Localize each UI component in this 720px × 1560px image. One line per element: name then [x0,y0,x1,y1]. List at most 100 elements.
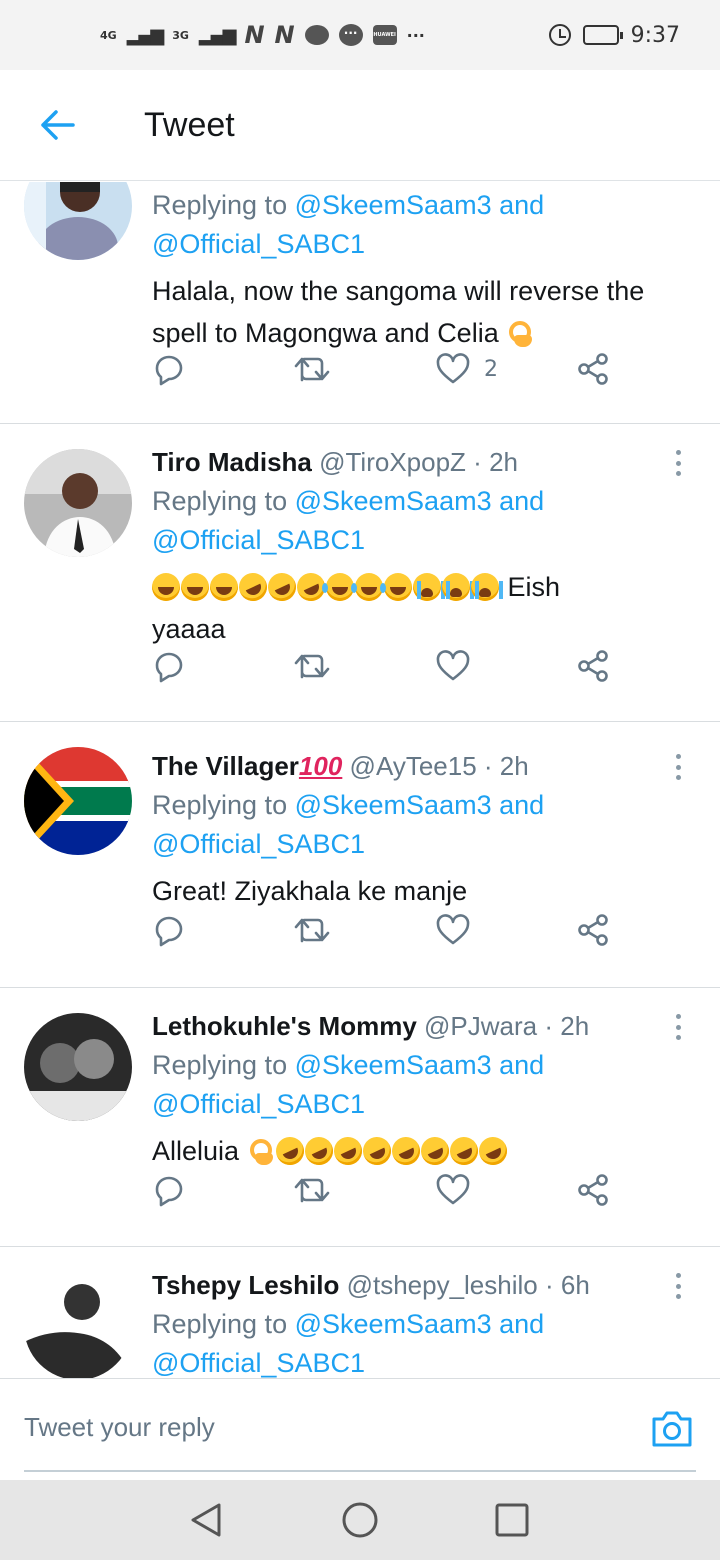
retweet-button[interactable] [294,1175,330,1205]
like-button[interactable]: 2 [436,353,498,385]
avatar-image [24,449,132,557]
and-link[interactable]: and [499,1309,544,1339]
like-count: 2 [484,356,498,382]
avatar[interactable] [24,182,132,260]
replying-to: Replying to @SkeemSaam3 and [152,482,680,521]
share-button[interactable] [576,649,610,683]
retweet-button[interactable] [294,354,330,384]
reply-button[interactable] [152,1173,186,1207]
like-button[interactable] [436,1174,470,1206]
reply-button[interactable] [152,913,186,947]
rofl-icon [473,1132,512,1170]
avatar-image [24,182,132,260]
avatar[interactable] [24,1013,132,1121]
like-button[interactable] [436,914,470,946]
tweet-text-body: Halala, now the sangoma will reverse the… [152,276,645,348]
reply-button[interactable] [152,649,186,683]
display-name[interactable]: Tshepy Leshilo [152,1270,339,1300]
mention-link-2[interactable]: @Official_SABC1 [152,1348,365,1378]
status-bar: 4G ▂▄▆ 3G ▂▄▆ N N ··· HUAWEI ··· 9:37 [0,0,720,70]
and-link[interactable]: and [499,1050,544,1080]
reply-icon [155,916,183,947]
share-icon [578,1174,608,1206]
avatar[interactable] [24,449,132,557]
chat-icon: ··· [338,24,363,46]
and-link[interactable]: and [499,790,544,820]
share-button[interactable] [576,352,610,386]
tweet-header: Tiro Madisha @TiroXpopZ · 2h [152,444,680,482]
and-link[interactable]: and [499,190,544,220]
mention-link-2[interactable]: @Official_SABC1 [152,1089,365,1119]
tweet-header: Tshepy Leshilo @tshepy_leshilo · 6h [152,1267,680,1305]
mention-link-2[interactable]: @Official_SABC1 [152,229,365,259]
user-handle[interactable]: @TiroXpopZ [319,447,466,477]
tweet-reply-input[interactable] [24,1403,584,1451]
huawei-icon: HUAWEI [372,25,397,45]
retweet-icon [294,357,330,382]
joy-icon [380,573,412,601]
mention-link-2[interactable]: @Official_SABC1 [152,829,365,859]
share-button[interactable] [576,1173,610,1207]
tweet-actions [152,1170,622,1210]
app-header: Tweet [0,70,720,181]
user-handle[interactable]: @AyTee15 [350,751,477,781]
share-button[interactable] [576,913,610,947]
tweet-text: Halala, now the sangoma will reverse the… [152,270,680,354]
user-handle[interactable]: @PJwara [424,1011,537,1041]
avatar[interactable] [24,747,132,855]
replying-label: Replying to [152,1309,288,1339]
tweet-time: 2h [499,751,529,781]
tweet-feed[interactable]: Replying to @SkeemSaam3 and @Official_SA… [0,182,720,1378]
tweet-item[interactable]: The Villager100 @AyTee15 · 2h Replying t… [0,722,720,988]
tweet-content: Tiro Madisha @TiroXpopZ · 2h Replying to… [152,444,680,650]
mention-link[interactable]: @SkeemSaam3 [295,790,492,820]
and-link[interactable]: and [499,486,544,516]
display-name[interactable]: The Villager [152,751,299,781]
back-triangle-icon [191,1503,221,1537]
retweet-button[interactable] [294,651,330,681]
recents-square-icon [495,1503,529,1537]
display-name[interactable]: Tiro Madisha [152,447,312,477]
nav-recents-button[interactable] [492,1500,532,1540]
separator-dot: · [473,447,482,477]
avatar[interactable] [24,1272,132,1378]
tweet-item[interactable]: Tshepy Leshilo @tshepy_leshilo · 6h Repl… [0,1247,720,1378]
back-button[interactable] [22,90,92,160]
replying-label: Replying to [152,790,288,820]
hundred-points-icon: 100 [298,751,343,781]
mention-link[interactable]: @SkeemSaam3 [295,1050,492,1080]
reply-underline [24,1470,696,1472]
rofl-icon [415,1132,454,1170]
reply-bar [0,1378,720,1479]
nav-home-button[interactable] [340,1500,380,1540]
user-handle[interactable]: @tshepy_leshilo [347,1270,538,1300]
separator-dot: · [544,1270,554,1300]
tweet-header: Lethokuhle's Mommy @PJwara · 2h [152,1008,680,1046]
display-name[interactable]: Lethokuhle's Mommy [152,1011,417,1041]
reply-button[interactable] [152,352,186,386]
tweet-actions: 2 [152,349,622,389]
tweet-item[interactable]: Lethokuhle's Mommy @PJwara · 2h Replying… [0,988,720,1247]
like-button[interactable] [436,650,470,682]
retweet-button[interactable] [294,915,330,945]
nav-back-button[interactable] [186,1500,226,1540]
tweet-text-body: Eish [507,572,561,602]
replying-to-line2: @Official_SABC1 [152,1344,680,1378]
tweet-item[interactable]: Replying to @SkeemSaam3 and @Official_SA… [0,182,720,424]
replying-to: Replying to @SkeemSaam3 and [152,1305,680,1344]
avatar-image [24,1013,132,1121]
replying-label: Replying to [152,1050,288,1080]
ok-hand-icon [247,1137,275,1165]
mention-link[interactable]: @SkeemSaam3 [295,190,492,220]
replying-label: Replying to [152,486,288,516]
tweet-item[interactable]: Tiro Madisha @TiroXpopZ · 2h Replying to… [0,424,720,722]
mention-link-2[interactable]: @Official_SABC1 [152,525,365,555]
rofl-icon [270,1132,309,1170]
reply-icon [155,355,183,386]
camera-button[interactable] [650,1409,694,1449]
mention-link[interactable]: @SkeemSaam3 [295,1309,492,1339]
reply-icon [155,1176,183,1207]
system-nav-bar [0,1480,720,1560]
n-icon: N [244,21,265,49]
mention-link[interactable]: @SkeemSaam3 [295,486,492,516]
